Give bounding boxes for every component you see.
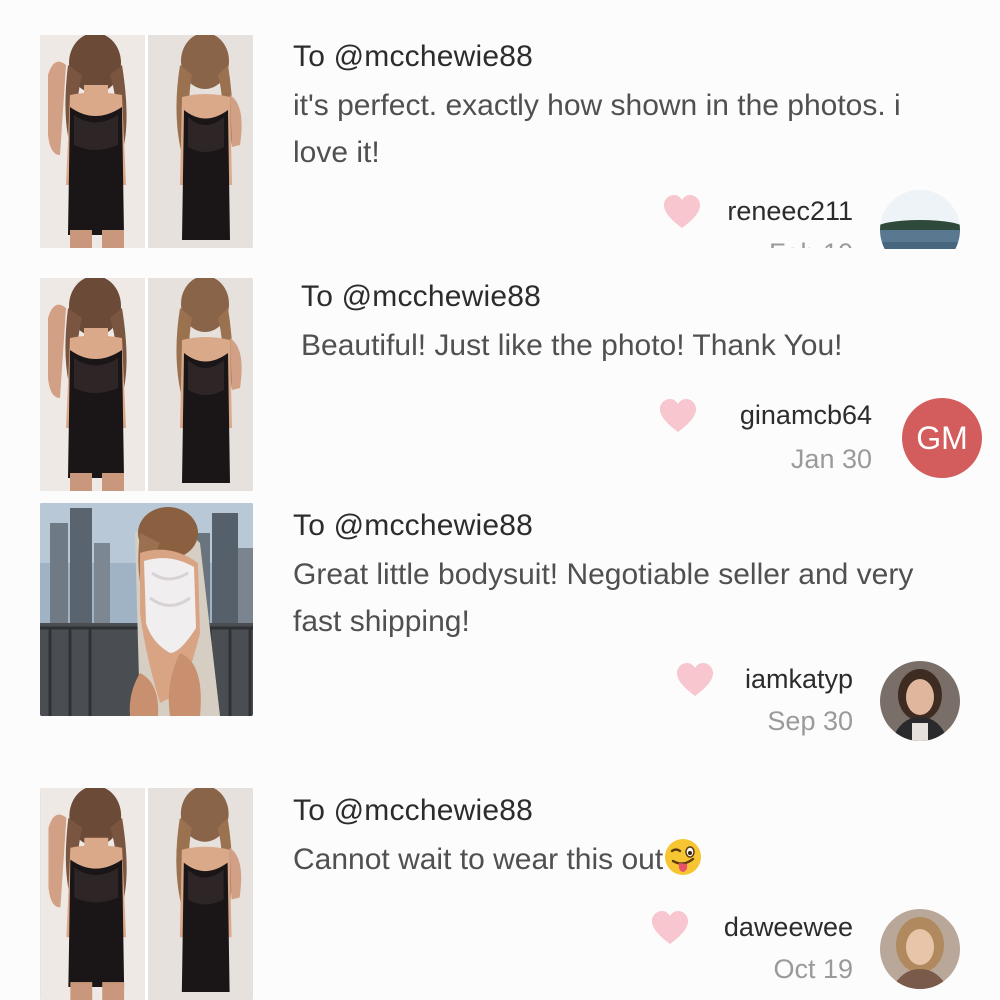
heart-icon[interactable] bbox=[675, 662, 715, 698]
product-thumbnail[interactable] bbox=[40, 788, 253, 1000]
review-username[interactable]: ginamcb64 bbox=[740, 400, 872, 431]
portrait-photo-icon bbox=[880, 661, 960, 741]
review-recipient: To @mcchewie88 bbox=[301, 280, 542, 313]
product-thumbnail[interactable] bbox=[40, 278, 253, 491]
avatar[interactable] bbox=[880, 909, 960, 989]
avatar[interactable] bbox=[880, 661, 960, 741]
avatar[interactable]: GM bbox=[902, 398, 982, 478]
review-date: Oct 19 bbox=[773, 954, 853, 984]
heart-icon[interactable] bbox=[658, 398, 698, 434]
product-thumbnail[interactable] bbox=[40, 35, 253, 248]
product-photo-icon bbox=[40, 503, 253, 716]
heart-icon[interactable] bbox=[650, 910, 690, 946]
review-recipient: To @mcchewie88 bbox=[293, 509, 534, 542]
portrait-photo-icon bbox=[880, 909, 960, 989]
review-message: Great little bodysuit! Negotiable seller… bbox=[293, 558, 914, 638]
lake-photo-icon bbox=[880, 190, 960, 249]
product-photo-icon bbox=[40, 278, 253, 491]
date-clip: Feb 10 bbox=[700, 232, 853, 248]
review-message-text: Cannot wait to wear this out bbox=[293, 843, 664, 876]
review-message: Beautiful! Just like the photo! Thank Yo… bbox=[301, 329, 843, 362]
heart-icon[interactable] bbox=[662, 194, 702, 230]
review-date: Jan 30 bbox=[790, 444, 872, 474]
review-message: Cannot wait to wear this out bbox=[293, 836, 933, 883]
review-username[interactable]: iamkatyp bbox=[745, 664, 853, 695]
product-thumbnail[interactable] bbox=[40, 503, 253, 716]
review-recipient: To @mcchewie88 bbox=[293, 40, 534, 73]
review-date: Sep 30 bbox=[767, 706, 853, 736]
review-username[interactable]: daweewee bbox=[724, 912, 853, 943]
review-message: it's perfect. exactly how shown in the p… bbox=[293, 89, 901, 169]
reviews-feed: To @mcchewie88 it's perfect. exactly how… bbox=[0, 0, 1000, 1000]
avatar-clip bbox=[880, 190, 960, 249]
avatar[interactable] bbox=[880, 190, 960, 249]
review-recipient: To @mcchewie88 bbox=[293, 794, 534, 827]
product-photo-icon bbox=[40, 35, 253, 248]
review-date: Feb 10 bbox=[769, 238, 853, 248]
review-username[interactable]: reneec211 bbox=[727, 196, 853, 227]
winking-face-with-tongue-icon bbox=[665, 839, 702, 875]
product-photo-icon bbox=[40, 788, 253, 1000]
